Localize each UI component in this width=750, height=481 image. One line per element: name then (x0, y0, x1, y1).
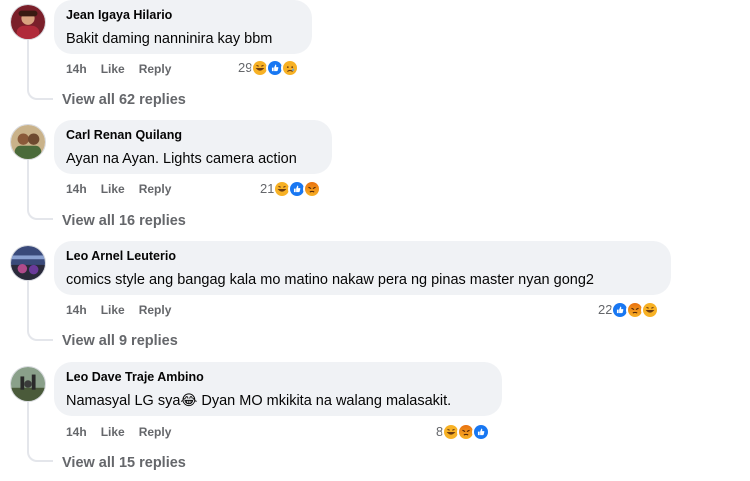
comment-bubble: Leo Dave Traje Ambino Namasyal LG sya😂 D… (54, 362, 502, 416)
comment-actions: 14h Like Reply (66, 425, 185, 439)
reaction-summary[interactable]: 29 (238, 58, 300, 78)
thread-connector (27, 160, 53, 220)
avatar[interactable] (10, 4, 46, 40)
reply-button[interactable]: Reply (139, 182, 172, 196)
reaction-count: 22 (598, 302, 613, 317)
comment-text: Namasyal LG sya😂 Dyan MO mkikita na wala… (66, 393, 452, 409)
comment-author[interactable]: Jean Igaya Hilario (66, 8, 300, 23)
comment-time[interactable]: 14h (66, 303, 87, 317)
comment-actions: 14h Like Reply (66, 62, 185, 76)
thread-connector (27, 40, 53, 100)
haha-reaction-icon (641, 301, 660, 319)
thread-connector (27, 281, 53, 341)
comment-text: comics style ang bangag kala mo matino n… (66, 272, 594, 288)
sad-reaction-icon (281, 59, 300, 77)
avatar[interactable] (10, 245, 46, 281)
reaction-count: 21 (260, 181, 275, 196)
avatar[interactable] (10, 366, 46, 402)
thread-connector (27, 402, 53, 462)
comment-author[interactable]: Carl Renan Quilang (66, 128, 320, 143)
like-button[interactable]: Like (101, 425, 125, 439)
reply-button[interactable]: Reply (139, 303, 172, 317)
avatar[interactable] (10, 124, 46, 160)
like-reaction-icon (472, 423, 491, 441)
reaction-count: 29 (238, 60, 253, 75)
comment-author[interactable]: Leo Dave Traje Ambino (66, 370, 490, 385)
comment-bubble: Jean Igaya Hilario Bakit daming nanninir… (54, 0, 312, 54)
comment-actions: 14h Like Reply (66, 182, 185, 196)
like-button[interactable]: Like (101, 182, 125, 196)
comment-text: Ayan na Ayan. Lights camera action (66, 151, 297, 167)
comment-time[interactable]: 14h (66, 425, 87, 439)
like-button[interactable]: Like (101, 303, 125, 317)
comment-author[interactable]: Leo Arnel Leuterio (66, 249, 659, 264)
reaction-summary[interactable]: 22 (598, 300, 660, 320)
comment-text: Bakit daming nanninira kay bbm (66, 31, 273, 47)
reply-button[interactable]: Reply (139, 425, 172, 439)
view-replies-link[interactable]: View all 62 replies (62, 91, 186, 109)
reaction-summary[interactable]: 21 (260, 179, 322, 199)
comment-time[interactable]: 14h (66, 182, 87, 196)
angry-reaction-icon (303, 180, 322, 198)
view-replies-link[interactable]: View all 9 replies (62, 332, 178, 350)
comment-actions: 14h Like Reply (66, 303, 185, 317)
comment-time[interactable]: 14h (66, 62, 87, 76)
like-button[interactable]: Like (101, 62, 125, 76)
comment-bubble: Leo Arnel Leuterio comics style ang bang… (54, 241, 671, 295)
reply-button[interactable]: Reply (139, 62, 172, 76)
view-replies-link[interactable]: View all 16 replies (62, 212, 186, 230)
view-replies-link[interactable]: View all 15 replies (62, 454, 186, 472)
reaction-summary[interactable]: 8 (436, 422, 491, 442)
comment-bubble: Carl Renan Quilang Ayan na Ayan. Lights … (54, 120, 332, 174)
